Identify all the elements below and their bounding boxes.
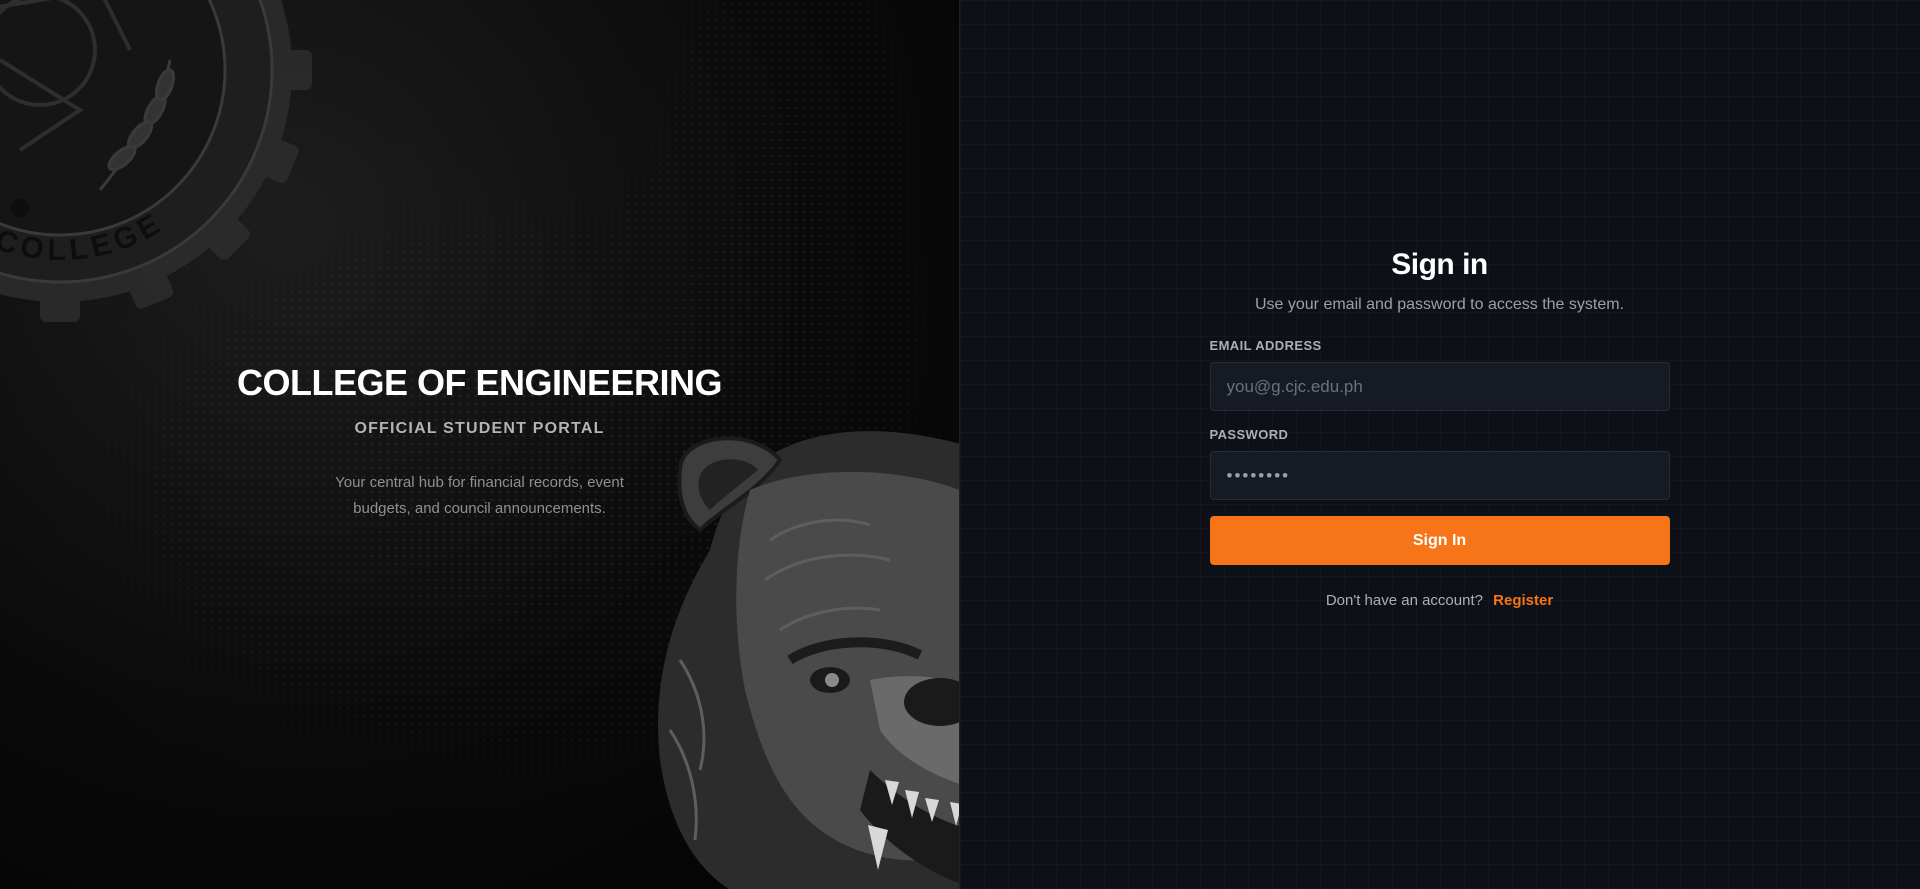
password-field-group: PASSWORD <box>1209 427 1670 500</box>
sign-in-form: Sign in Use your email and password to a… <box>1209 248 1670 609</box>
register-prompt: Don't have an account? <box>1325 592 1483 609</box>
login-page: COR JESU COLLEGE <box>0 0 1920 889</box>
sign-in-subtitle: Use your email and password to access th… <box>1254 296 1625 313</box>
hero-title: COLLEGE OF ENGINEERING <box>236 362 723 403</box>
register-row: Don't have an account? Register <box>1210 592 1670 609</box>
sign-in-button[interactable]: Sign In <box>1209 516 1670 565</box>
hero-subtitle: OFFICIAL STUDENT PORTAL <box>354 420 605 437</box>
hero-text-block: COLLEGE OF ENGINEERING OFFICIAL STUDENT … <box>0 362 959 522</box>
email-input[interactable] <box>1209 362 1670 411</box>
email-field-group: EMAIL ADDRESS <box>1209 338 1670 411</box>
password-input[interactable] <box>1209 451 1670 500</box>
register-link[interactable]: Register <box>1493 592 1553 609</box>
password-label: PASSWORD <box>1209 427 1289 442</box>
hero-description: Your central hub for financial records, … <box>335 474 624 517</box>
auth-panel: Sign in Use your email and password to a… <box>958 0 1920 889</box>
email-label: EMAIL ADDRESS <box>1209 338 1322 353</box>
hero-panel: COR JESU COLLEGE <box>0 0 959 889</box>
college-seal-logo: COR JESU COLLEGE <box>0 0 312 322</box>
sign-in-title: Sign in <box>1391 248 1488 281</box>
